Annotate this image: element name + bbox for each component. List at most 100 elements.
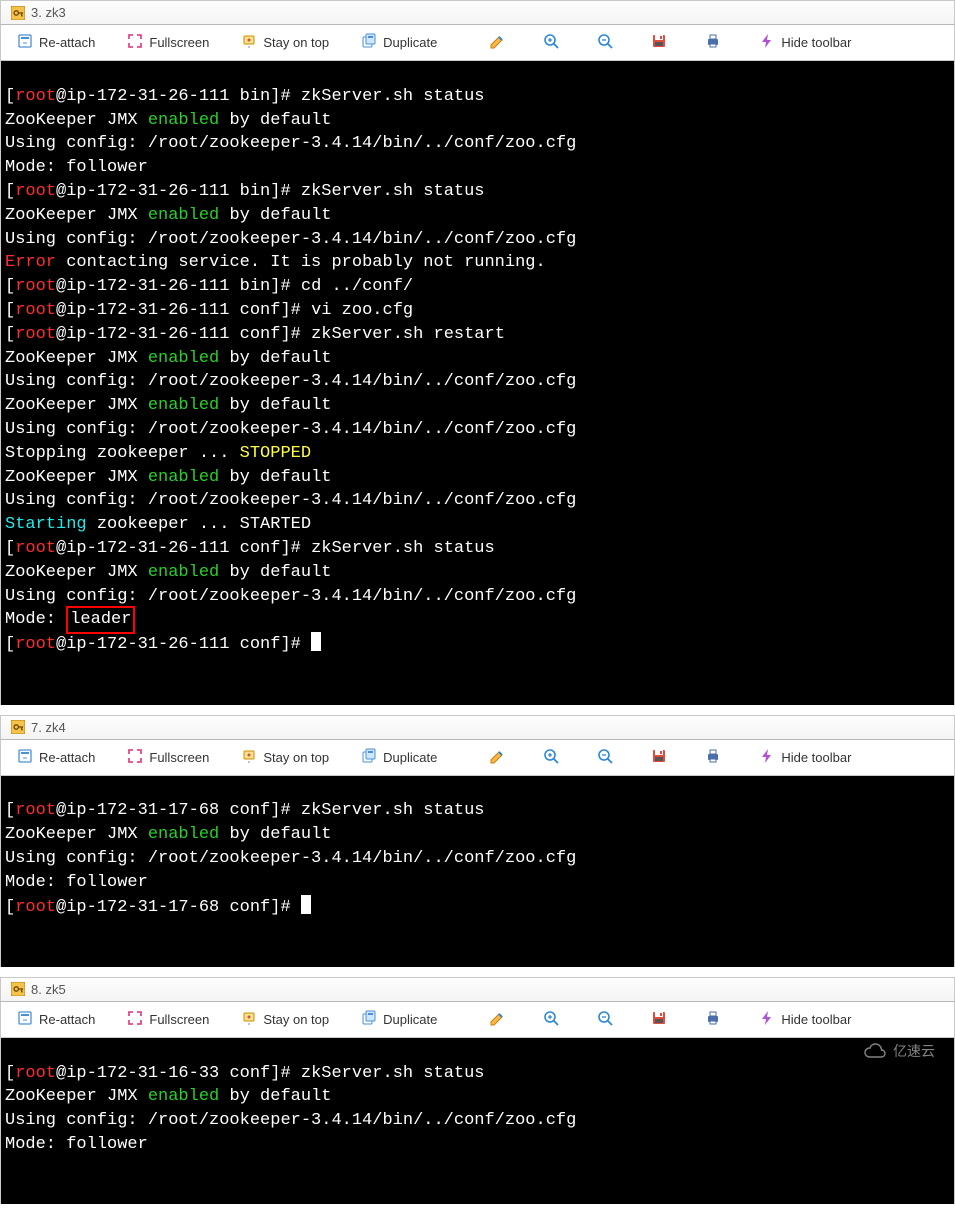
save-icon <box>651 33 667 52</box>
fullscreen-button[interactable]: Fullscreen <box>121 1008 215 1031</box>
fullscreen-button[interactable]: Fullscreen <box>121 31 215 54</box>
duplicate-icon <box>361 748 377 767</box>
tab-label[interactable]: 8. zk5 <box>31 982 66 997</box>
cursor <box>311 632 321 651</box>
zoomin-button[interactable] <box>537 746 565 769</box>
print-button[interactable] <box>699 746 727 769</box>
toolbar: Re-attach Fullscreen Stay on top Duplica… <box>0 740 955 776</box>
zoomout-button[interactable] <box>591 746 619 769</box>
tab-bar: 7. zk4 <box>0 715 955 740</box>
duplicate-label: Duplicate <box>383 35 437 50</box>
key-icon <box>11 982 25 996</box>
print-button[interactable] <box>699 31 727 54</box>
terminal-line: Mode: leader <box>5 608 950 632</box>
fullscreen-icon <box>127 748 143 767</box>
duplicate-icon <box>361 33 377 52</box>
duplicate-button[interactable]: Duplicate <box>355 31 443 54</box>
zoomin-icon <box>543 1010 559 1029</box>
fullscreen-icon <box>127 33 143 52</box>
zoomout-icon <box>597 748 613 767</box>
terminal-line: Using config: /root/zookeeper-3.4.14/bin… <box>5 847 950 871</box>
bolt-icon <box>759 33 775 52</box>
pin-icon <box>241 748 257 767</box>
save-icon <box>651 1010 667 1029</box>
terminal-line: Using config: /root/zookeeper-3.4.14/bin… <box>5 489 950 513</box>
edit-icon <box>489 33 505 52</box>
hidetoolbar-button[interactable]: Hide toolbar <box>753 1008 857 1031</box>
save-button[interactable] <box>645 31 673 54</box>
save-button[interactable] <box>645 1008 673 1031</box>
terminal-line: Mode: follower <box>5 1133 950 1157</box>
zoomout-icon <box>597 1010 613 1029</box>
terminal-line: [root@ip-172-31-17-68 conf]# zkServer.sh… <box>5 799 950 823</box>
edit-button[interactable] <box>483 31 511 54</box>
stayontop-button[interactable]: Stay on top <box>235 746 335 769</box>
terminal-line: Starting zookeeper ... STARTED <box>5 513 950 537</box>
terminal-line: ZooKeeper JMX enabled by default <box>5 109 950 133</box>
terminal-line: [root@ip-172-31-26-111 conf]# zkServer.s… <box>5 537 950 561</box>
terminal-line: Using config: /root/zookeeper-3.4.14/bin… <box>5 1109 950 1133</box>
save-button[interactable] <box>645 746 673 769</box>
reattach-button[interactable]: Re-attach <box>11 746 101 769</box>
reattach-button[interactable]: Re-attach <box>11 1008 101 1031</box>
reattach-icon <box>17 33 33 52</box>
reattach-button[interactable]: Re-attach <box>11 31 101 54</box>
terminal-line: [root@ip-172-31-26-111 bin]# zkServer.sh… <box>5 180 950 204</box>
pin-icon <box>241 33 257 52</box>
zoomout-button[interactable] <box>591 1008 619 1031</box>
edit-icon <box>489 1010 505 1029</box>
terminal[interactable]: [root@ip-172-31-17-68 conf]# zkServer.sh… <box>0 776 955 967</box>
duplicate-button[interactable]: Duplicate <box>355 746 443 769</box>
reattach-label: Re-attach <box>39 35 95 50</box>
reattach-icon <box>17 1010 33 1029</box>
terminal-line: ZooKeeper JMX enabled by default <box>5 823 950 847</box>
zoomout-icon <box>597 33 613 52</box>
reattach-icon <box>17 748 33 767</box>
terminal[interactable]: [root@ip-172-31-26-111 bin]# zkServer.sh… <box>0 61 955 705</box>
reattach-label: Re-attach <box>39 750 95 765</box>
zoomin-button[interactable] <box>537 31 565 54</box>
key-icon <box>11 6 25 20</box>
edit-icon <box>489 748 505 767</box>
zoomout-button[interactable] <box>591 31 619 54</box>
fullscreen-button[interactable]: Fullscreen <box>121 746 215 769</box>
hidetoolbar-button[interactable]: Hide toolbar <box>753 31 857 54</box>
tab-bar: 8. zk5 <box>0 977 955 1002</box>
fullscreen-label: Fullscreen <box>149 750 209 765</box>
print-button[interactable] <box>699 1008 727 1031</box>
hidetoolbar-label: Hide toolbar <box>781 1012 851 1027</box>
hidetoolbar-button[interactable]: Hide toolbar <box>753 746 857 769</box>
terminal-line: ZooKeeper JMX enabled by default <box>5 347 950 371</box>
stayontop-label: Stay on top <box>263 1012 329 1027</box>
stayontop-button[interactable]: Stay on top <box>235 31 335 54</box>
edit-button[interactable] <box>483 746 511 769</box>
hidetoolbar-label: Hide toolbar <box>781 35 851 50</box>
terminal-line: ZooKeeper JMX enabled by default <box>5 394 950 418</box>
terminal-line: ZooKeeper JMX enabled by default <box>5 1085 950 1109</box>
terminal-line: Error contacting service. It is probably… <box>5 251 950 275</box>
terminal-line: [root@ip-172-31-17-68 conf]# <box>5 895 950 920</box>
stayontop-button[interactable]: Stay on top <box>235 1008 335 1031</box>
terminal-line: [root@ip-172-31-26-111 conf]# vi zoo.cfg <box>5 299 950 323</box>
terminal-line: Stopping zookeeper ... STOPPED <box>5 442 950 466</box>
terminal[interactable]: [root@ip-172-31-16-33 conf]# zkServer.sh… <box>0 1038 955 1205</box>
fullscreen-label: Fullscreen <box>149 1012 209 1027</box>
duplicate-button[interactable]: Duplicate <box>355 1008 443 1031</box>
zoomin-button[interactable] <box>537 1008 565 1031</box>
duplicate-icon <box>361 1010 377 1029</box>
tab-label[interactable]: 7. zk4 <box>31 720 66 735</box>
terminal-line: Using config: /root/zookeeper-3.4.14/bin… <box>5 228 950 252</box>
terminal-line: Using config: /root/zookeeper-3.4.14/bin… <box>5 132 950 156</box>
terminal-line: Using config: /root/zookeeper-3.4.14/bin… <box>5 370 950 394</box>
terminal-line: [root@ip-172-31-26-111 conf]# zkServer.s… <box>5 323 950 347</box>
tab-label[interactable]: 3. zk3 <box>31 5 66 20</box>
terminal-line: ZooKeeper JMX enabled by default <box>5 466 950 490</box>
key-icon <box>11 720 25 734</box>
zoomin-icon <box>543 33 559 52</box>
highlight-leader: leader <box>66 606 135 634</box>
edit-button[interactable] <box>483 1008 511 1031</box>
zoomin-icon <box>543 748 559 767</box>
terminal-line: [root@ip-172-31-26-111 conf]# <box>5 632 950 657</box>
cursor <box>301 895 311 914</box>
bolt-icon <box>759 748 775 767</box>
